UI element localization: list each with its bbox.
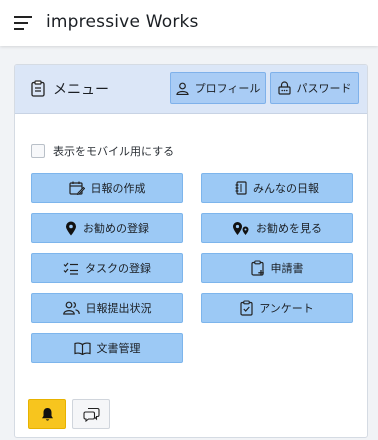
profile-button-label: プロフィール (194, 82, 261, 95)
password-button[interactable]: パスワード (270, 72, 359, 104)
menu-card-header: メニュー プロフィール パスワード (15, 65, 367, 114)
report-submission-status-button[interactable]: 日報提出状況 (31, 293, 183, 323)
open-book-icon (73, 342, 91, 355)
everyones-reports-label: みんなの日報 (253, 182, 319, 195)
people-icon (62, 301, 80, 315)
top-bar: impressive Works (0, 0, 378, 46)
report-submission-status-label: 日報提出状況 (85, 302, 152, 315)
mobile-view-option: 表示をモバイル用にする (31, 143, 174, 159)
document-management-label: 文書管理 (96, 342, 141, 355)
person-icon (176, 82, 189, 95)
app-title: impressive Works (46, 12, 199, 32)
chat-button[interactable] (72, 399, 110, 429)
menu-title: メニュー (53, 82, 109, 98)
view-recommendations-label: お勧めを見る (256, 222, 322, 235)
clipboard-plus-icon (250, 260, 264, 276)
lock-icon (277, 81, 291, 95)
calendar-edit-icon (68, 181, 85, 195)
bell-icon (41, 407, 53, 421)
hamburger-icon[interactable] (14, 16, 34, 30)
survey-label: アンケート (259, 302, 314, 315)
clipboard-check-icon (240, 300, 253, 316)
view-recommendations-button[interactable]: お勧めを見る (201, 213, 353, 243)
register-task-label: タスクの登録 (85, 262, 151, 275)
chat-icon (82, 407, 100, 422)
register-recommendation-button[interactable]: お勧めの登録 (31, 213, 183, 243)
register-recommendation-label: お勧めの登録 (83, 222, 149, 235)
profile-button[interactable]: プロフィール (170, 72, 266, 104)
create-daily-report-button[interactable]: 日報の作成 (31, 173, 183, 203)
survey-button[interactable]: アンケート (201, 293, 353, 323)
everyones-reports-button[interactable]: みんなの日報 (201, 173, 353, 203)
mobile-view-label[interactable]: 表示をモバイル用にする (53, 143, 174, 159)
menu-card: メニュー プロフィール パスワード 表示をモバイル用にする 日報の作成 みんなの… (14, 64, 368, 438)
document-management-button[interactable]: 文書管理 (31, 333, 183, 363)
application-form-button[interactable]: 申請書 (201, 253, 353, 283)
application-form-label: 申請書 (270, 262, 304, 275)
map-pins-icon (233, 221, 249, 235)
clipboard-icon (31, 80, 45, 97)
checklist-icon (63, 262, 78, 275)
register-task-button[interactable]: タスクの登録 (31, 253, 183, 283)
password-button-label: パスワード (296, 82, 352, 95)
notebook-icon (235, 181, 247, 195)
map-pin-icon (66, 221, 76, 235)
notifications-button[interactable] (28, 399, 66, 429)
create-daily-report-label: 日報の作成 (90, 182, 146, 195)
mobile-view-checkbox[interactable] (31, 144, 45, 158)
